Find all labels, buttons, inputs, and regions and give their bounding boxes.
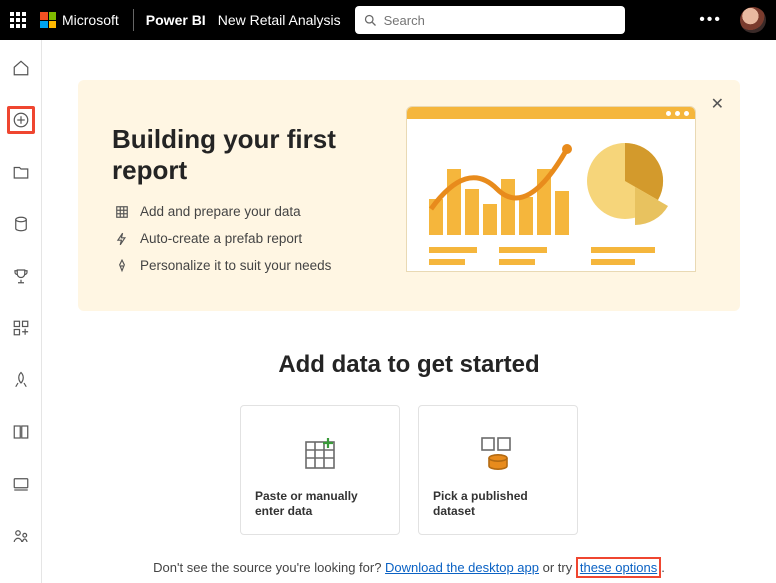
- footer-help-line: Don't see the source you're looking for?…: [78, 557, 740, 578]
- nav-data-hub-icon[interactable]: [7, 210, 35, 238]
- main-content: ✕ Building your first report Add and pre…: [42, 40, 776, 583]
- card-published-dataset[interactable]: Pick a published dataset: [418, 405, 578, 535]
- nav-create-icon[interactable]: [7, 106, 35, 134]
- left-nav-rail: [0, 40, 42, 583]
- app-launcher-icon[interactable]: [10, 12, 26, 28]
- workspace-label: New Retail Analysis: [218, 12, 341, 28]
- more-menu-icon[interactable]: •••: [699, 11, 722, 29]
- nav-home-icon[interactable]: [7, 54, 35, 82]
- bolt-icon: [112, 232, 132, 246]
- paste-data-icon: [255, 420, 385, 489]
- dataset-icon: [433, 420, 563, 489]
- pen-icon: [112, 259, 132, 273]
- product-label: Power BI: [146, 12, 206, 28]
- card-paste-data[interactable]: Paste or manually enter data: [240, 405, 400, 535]
- these-options-link[interactable]: these options: [580, 560, 657, 575]
- nav-browse-icon[interactable]: [7, 158, 35, 186]
- hero-banner: ✕ Building your first report Add and pre…: [78, 80, 740, 311]
- data-source-cards: Paste or manually enter data Pick a publ…: [78, 405, 740, 535]
- search-input[interactable]: [384, 13, 617, 28]
- hero-illustration: [406, 106, 696, 272]
- close-icon[interactable]: ✕: [711, 94, 724, 114]
- nav-workspaces-icon[interactable]: [7, 470, 35, 498]
- card-label: Paste or manually enter data: [255, 489, 385, 520]
- footer-lead: Don't see the source you're looking for?: [153, 560, 385, 575]
- hero-step-2: Auto-create a prefab report: [112, 231, 406, 246]
- grid-icon: [112, 205, 132, 219]
- divider: [133, 9, 134, 31]
- avatar[interactable]: [740, 7, 766, 33]
- hero-title: Building your first report: [112, 124, 406, 186]
- step-label: Personalize it to suit your needs: [140, 258, 331, 273]
- step-label: Auto-create a prefab report: [140, 231, 302, 246]
- hero-step-3: Personalize it to suit your needs: [112, 258, 406, 273]
- section-title: Add data to get started: [78, 351, 740, 379]
- microsoft-logo-icon: [40, 12, 56, 28]
- search-icon: [363, 13, 378, 28]
- hero-step-1: Add and prepare your data: [112, 204, 406, 219]
- step-label: Add and prepare your data: [140, 204, 301, 219]
- nav-deployment-icon[interactable]: [7, 366, 35, 394]
- card-label: Pick a published dataset: [433, 489, 563, 520]
- brand-label: Microsoft: [62, 12, 119, 28]
- footer-tail: .: [661, 560, 665, 575]
- top-bar: Microsoft Power BI New Retail Analysis •…: [0, 0, 776, 40]
- nav-learn-icon[interactable]: [7, 418, 35, 446]
- footer-mid: or try: [543, 560, 576, 575]
- download-desktop-link[interactable]: Download the desktop app: [385, 560, 539, 575]
- nav-metrics-icon[interactable]: [7, 262, 35, 290]
- nav-apps-icon[interactable]: [7, 314, 35, 342]
- nav-shared-icon[interactable]: [7, 522, 35, 550]
- search-box[interactable]: [355, 6, 625, 34]
